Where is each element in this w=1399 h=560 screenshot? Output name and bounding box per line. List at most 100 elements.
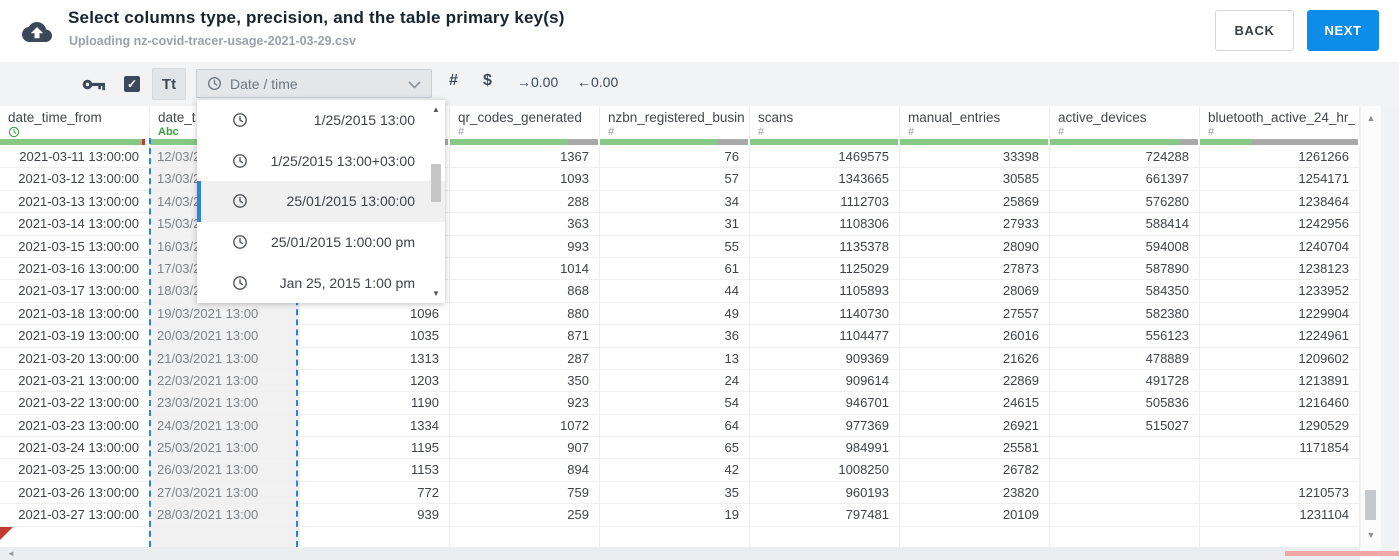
- cell[interactable]: 1072: [450, 414, 600, 438]
- cell[interactable]: 588414: [1050, 213, 1200, 236]
- cell[interactable]: 960193: [750, 481, 900, 505]
- cell[interactable]: 28/03/2021 13:00: [150, 504, 300, 527]
- cell[interactable]: 2021-03-19 13:00:00: [0, 325, 150, 348]
- cell[interactable]: 13: [600, 347, 750, 370]
- cell[interactable]: [1050, 459, 1200, 482]
- cell[interactable]: 594008: [1050, 235, 1200, 258]
- cell[interactable]: 31: [600, 213, 750, 236]
- cell[interactable]: 556123: [1050, 325, 1200, 348]
- cell[interactable]: 1216460: [1200, 392, 1360, 415]
- cell[interactable]: 44: [600, 280, 750, 303]
- scroll-up-icon[interactable]: ▲: [1361, 113, 1381, 123]
- cell[interactable]: 2021-03-24 13:00:00: [0, 437, 150, 460]
- cell[interactable]: 1112703: [750, 190, 900, 214]
- cell[interactable]: 25/03/2021 13:00: [150, 437, 300, 460]
- cell[interactable]: 34: [600, 190, 750, 214]
- scroll-left-icon[interactable]: ◄: [7, 548, 15, 560]
- cell[interactable]: [750, 526, 900, 547]
- cell[interactable]: 363: [450, 213, 600, 236]
- cell[interactable]: 350: [450, 369, 600, 393]
- cell[interactable]: 1229904: [1200, 302, 1360, 326]
- cell[interactable]: 1224961: [1200, 325, 1360, 348]
- cell[interactable]: 33398: [900, 146, 1050, 169]
- column-header-scans[interactable]: scans #: [750, 106, 900, 138]
- cell[interactable]: 1343665: [750, 168, 900, 191]
- cell[interactable]: [1050, 437, 1200, 460]
- dropdown-scroll-thumb[interactable]: [431, 164, 441, 202]
- decrease-decimals-button[interactable]: ←0.00: [571, 73, 624, 91]
- cell[interactable]: 2021-03-20 13:00:00: [0, 347, 150, 370]
- cell[interactable]: 2021-03-16 13:00:00: [0, 257, 150, 281]
- cell[interactable]: 1238123: [1200, 257, 1360, 281]
- cell[interactable]: 661397: [1050, 168, 1200, 191]
- cell[interactable]: 21/03/2021 13:00: [150, 347, 300, 370]
- cell[interactable]: 2021-03-17 13:00:00: [0, 280, 150, 303]
- cell[interactable]: 909614: [750, 369, 900, 393]
- cell[interactable]: 587890: [1050, 257, 1200, 281]
- next-button[interactable]: NEXT: [1307, 10, 1379, 51]
- cell[interactable]: 23820: [900, 481, 1050, 505]
- cell[interactable]: 20/03/2021 13:00: [150, 325, 300, 348]
- cell[interactable]: 478889: [1050, 347, 1200, 370]
- cell[interactable]: 27933: [900, 213, 1050, 236]
- cell[interactable]: [1050, 526, 1200, 547]
- cell[interactable]: 1242956: [1200, 213, 1360, 236]
- column-header-date_time_from[interactable]: date_time_from: [0, 106, 150, 138]
- cell[interactable]: [150, 526, 300, 547]
- cell[interactable]: 1195: [300, 437, 450, 460]
- dropdown-scroll-down-icon[interactable]: ▼: [429, 289, 443, 298]
- cell[interactable]: 1035: [300, 325, 450, 348]
- cell[interactable]: 21626: [900, 347, 1050, 370]
- cell[interactable]: 55: [600, 235, 750, 258]
- cell[interactable]: 65: [600, 437, 750, 460]
- cell[interactable]: 2021-03-21 13:00:00: [0, 369, 150, 393]
- cell[interactable]: 288: [450, 190, 600, 214]
- cell[interactable]: 1105893: [750, 280, 900, 303]
- cell[interactable]: 20109: [900, 504, 1050, 527]
- cell[interactable]: 35: [600, 481, 750, 505]
- horizontal-scrollbar[interactable]: ◄ ►: [0, 547, 1360, 560]
- cell[interactable]: 26/03/2021 13:00: [150, 459, 300, 482]
- cell[interactable]: 946701: [750, 392, 900, 415]
- cell[interactable]: 30585: [900, 168, 1050, 191]
- cell[interactable]: 1140730: [750, 302, 900, 326]
- text-type-button[interactable]: Tt: [152, 68, 186, 100]
- cell[interactable]: 1469575: [750, 146, 900, 169]
- cell[interactable]: 505836: [1050, 392, 1200, 415]
- format-option[interactable]: Jan 25, 2015 1:00 pm: [197, 262, 445, 303]
- cell[interactable]: 1135378: [750, 235, 900, 258]
- cell[interactable]: 797481: [750, 504, 900, 527]
- cell[interactable]: [600, 526, 750, 547]
- cell[interactable]: 1334: [300, 414, 450, 438]
- cell[interactable]: 25869: [900, 190, 1050, 214]
- cell[interactable]: 1367: [450, 146, 600, 169]
- cell[interactable]: 1171854: [1200, 437, 1360, 460]
- cell[interactable]: 2021-03-14 13:00:00: [0, 213, 150, 236]
- cell[interactable]: [0, 526, 150, 547]
- cell[interactable]: 576280: [1050, 190, 1200, 214]
- cell[interactable]: 24615: [900, 392, 1050, 415]
- cell[interactable]: 2021-03-12 13:00:00: [0, 168, 150, 191]
- cell[interactable]: 584350: [1050, 280, 1200, 303]
- cell[interactable]: 984991: [750, 437, 900, 460]
- cell[interactable]: 2021-03-27 13:00:00: [0, 504, 150, 527]
- cell[interactable]: 724288: [1050, 146, 1200, 169]
- cell[interactable]: 939: [300, 504, 450, 527]
- cell[interactable]: 28069: [900, 280, 1050, 303]
- cell[interactable]: [1200, 526, 1360, 547]
- column-header-manual_entries[interactable]: manual_entries #: [900, 106, 1050, 138]
- cell[interactable]: 64: [600, 414, 750, 438]
- cell[interactable]: 1213891: [1200, 369, 1360, 393]
- cell[interactable]: 2021-03-18 13:00:00: [0, 302, 150, 326]
- cell[interactable]: 907: [450, 437, 600, 460]
- cell[interactable]: [450, 526, 600, 547]
- format-option[interactable]: 1/25/2015 13:00: [197, 100, 445, 141]
- cell[interactable]: 2021-03-11 13:00:00: [0, 146, 150, 169]
- cell[interactable]: 1008250: [750, 459, 900, 482]
- format-option[interactable]: 25/01/2015 13:00:00: [197, 181, 445, 222]
- column-enabled-checkbox[interactable]: ✓: [124, 76, 140, 92]
- format-option[interactable]: 25/01/2015 1:00:00 pm: [197, 222, 445, 263]
- cell[interactable]: 868: [450, 280, 600, 303]
- cell[interactable]: 24/03/2021 13:00: [150, 414, 300, 438]
- cell[interactable]: 26921: [900, 414, 1050, 438]
